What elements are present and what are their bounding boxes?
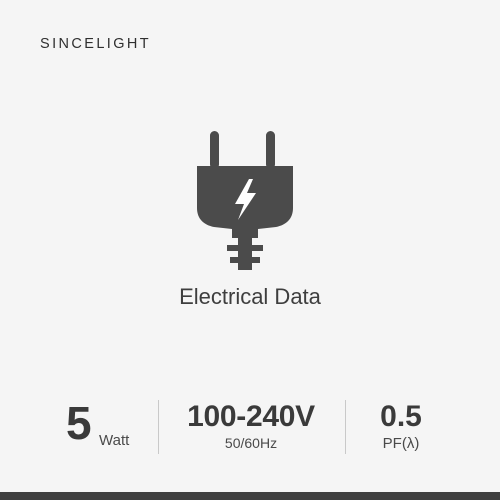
- brand-logo: SINCELIGHT: [40, 36, 152, 52]
- bottom-bar: [0, 492, 500, 500]
- spec-unit: 50/60Hz: [224, 435, 278, 451]
- spec-unit: Watt: [99, 432, 130, 449]
- spec-row: 5 Watt 100-240V 50/60Hz 0.5 PF(λ): [0, 397, 500, 458]
- spec-value: 0.5: [380, 400, 422, 433]
- spec-voltage: 100-240V 50/60Hz: [166, 398, 336, 458]
- electric-plug-icon: [197, 131, 293, 270]
- spec-divider: [158, 400, 159, 454]
- spec-wattage: 5 Watt: [66, 397, 146, 458]
- spec-unit: PF(λ): [382, 435, 420, 452]
- spec-value: 100-240V: [187, 400, 315, 433]
- section-title: Electrical Data: [179, 284, 321, 309]
- spec-power-factor: 0.5 PF(λ): [356, 398, 446, 458]
- spec-divider: [345, 400, 346, 454]
- spec-value: 5: [66, 397, 92, 449]
